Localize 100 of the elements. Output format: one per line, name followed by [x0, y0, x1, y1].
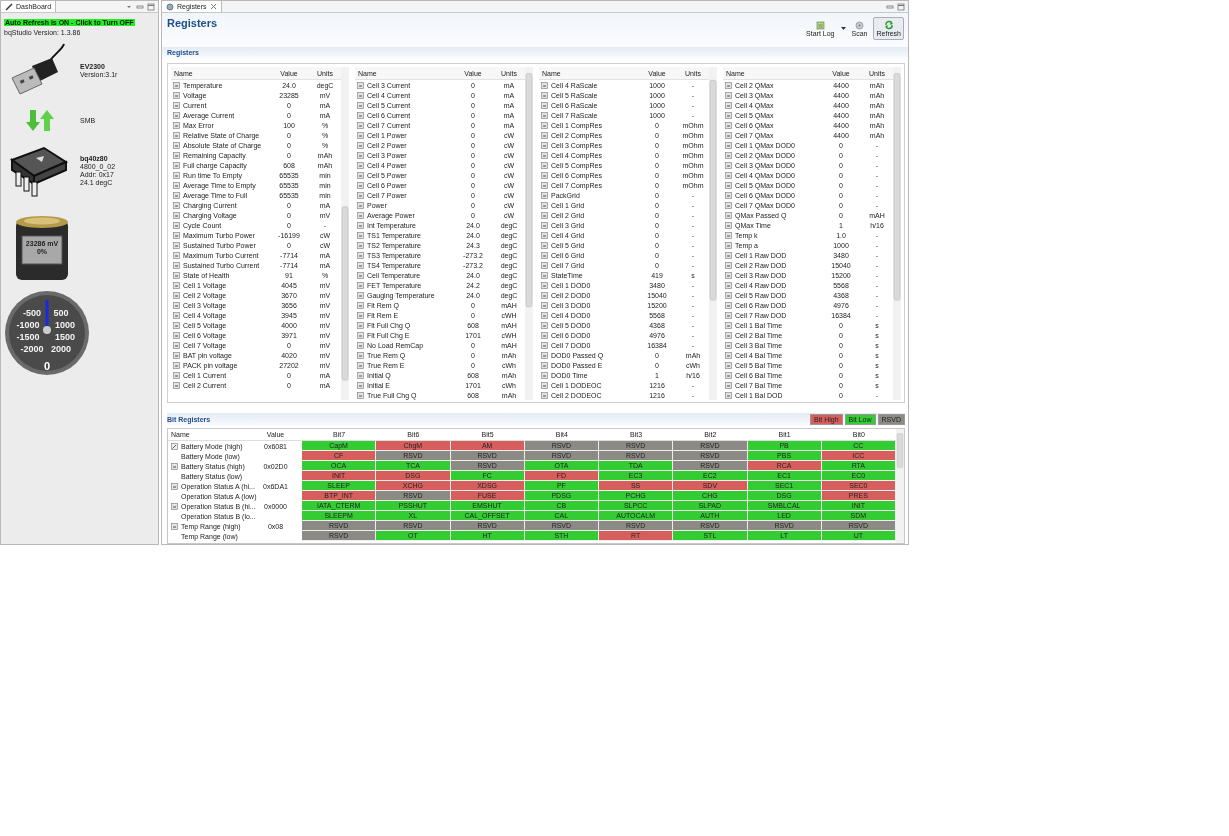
register-icon[interactable] — [725, 121, 732, 129]
register-icon[interactable] — [541, 321, 548, 329]
register-icon[interactable] — [357, 221, 364, 229]
register-icon[interactable] — [541, 111, 548, 119]
register-icon[interactable] — [357, 361, 364, 369]
register-icon[interactable] — [357, 81, 364, 89]
register-icon[interactable] — [357, 111, 364, 119]
register-icon[interactable] — [725, 141, 732, 149]
register-icon[interactable] — [725, 211, 732, 219]
register-icon[interactable] — [541, 81, 548, 89]
scrollbar[interactable] — [896, 429, 904, 543]
register-icon[interactable] — [171, 522, 178, 530]
scrollbar[interactable] — [893, 67, 901, 400]
register-icon[interactable] — [357, 241, 364, 249]
register-icon[interactable] — [357, 191, 364, 199]
register-icon[interactable] — [725, 231, 732, 239]
register-icon[interactable] — [171, 462, 178, 470]
register-icon[interactable] — [173, 381, 180, 389]
register-icon[interactable] — [357, 141, 364, 149]
register-icon[interactable] — [725, 111, 732, 119]
register-icon[interactable] — [725, 221, 732, 229]
register-icon[interactable] — [173, 161, 180, 169]
register-icon[interactable] — [725, 381, 732, 389]
register-icon[interactable] — [173, 261, 180, 269]
scrollbar[interactable] — [709, 67, 717, 400]
register-icon[interactable] — [541, 231, 548, 239]
register-icon[interactable] — [725, 331, 732, 339]
register-icon[interactable] — [541, 391, 548, 399]
register-icon[interactable] — [173, 211, 180, 219]
register-icon[interactable] — [725, 361, 732, 369]
maximize-icon[interactable] — [897, 2, 905, 11]
register-icon[interactable] — [725, 281, 732, 289]
register-icon[interactable] — [541, 311, 548, 319]
register-icon[interactable] — [357, 121, 364, 129]
register-icon[interactable] — [173, 361, 180, 369]
register-icon[interactable] — [725, 241, 732, 249]
register-icon[interactable] — [173, 91, 180, 99]
register-icon[interactable] — [357, 371, 364, 379]
register-icon[interactable] — [725, 151, 732, 159]
register-icon[interactable] — [173, 101, 180, 109]
register-icon[interactable] — [541, 221, 548, 229]
register-icon[interactable] — [357, 301, 364, 309]
scrollbar[interactable] — [525, 67, 533, 400]
register-icon[interactable] — [173, 281, 180, 289]
register-icon[interactable] — [541, 251, 548, 259]
minimize-icon[interactable] — [136, 2, 144, 11]
register-icon[interactable] — [541, 291, 548, 299]
register-icon[interactable] — [357, 331, 364, 339]
register-icon[interactable] — [725, 391, 732, 399]
register-icon[interactable] — [173, 151, 180, 159]
minimize-icon[interactable] — [886, 2, 894, 11]
register-icon[interactable] — [725, 321, 732, 329]
register-icon[interactable] — [541, 151, 548, 159]
register-icon[interactable] — [725, 91, 732, 99]
register-icon[interactable] — [173, 371, 180, 379]
register-icon[interactable] — [541, 101, 548, 109]
register-icon[interactable] — [357, 231, 364, 239]
register-icon[interactable] — [725, 251, 732, 259]
register-icon[interactable] — [541, 211, 548, 219]
register-icon[interactable] — [541, 331, 548, 339]
register-icon[interactable] — [173, 241, 180, 249]
register-icon[interactable] — [173, 351, 180, 359]
register-icon[interactable] — [173, 141, 180, 149]
register-icon[interactable] — [725, 301, 732, 309]
register-icon[interactable] — [173, 121, 180, 129]
register-icon[interactable] — [357, 341, 364, 349]
register-icon[interactable] — [541, 121, 548, 129]
register-icon[interactable] — [173, 301, 180, 309]
register-icon[interactable] — [173, 321, 180, 329]
register-icon[interactable] — [541, 381, 548, 389]
register-icon[interactable] — [173, 221, 180, 229]
maximize-icon[interactable] — [147, 2, 155, 11]
register-icon[interactable] — [541, 141, 548, 149]
register-icon[interactable] — [725, 131, 732, 139]
register-icon[interactable] — [173, 341, 180, 349]
register-icon[interactable] — [725, 371, 732, 379]
register-icon[interactable] — [357, 91, 364, 99]
register-icon[interactable] — [541, 161, 548, 169]
register-icon[interactable] — [173, 291, 180, 299]
register-icon[interactable] — [171, 502, 178, 510]
register-icon[interactable] — [725, 351, 732, 359]
register-icon[interactable] — [173, 331, 180, 339]
register-icon[interactable] — [541, 241, 548, 249]
register-icon[interactable] — [357, 181, 364, 189]
register-icon[interactable] — [541, 191, 548, 199]
pencil-icon[interactable] — [171, 442, 178, 450]
register-icon[interactable] — [541, 341, 548, 349]
register-icon[interactable] — [541, 361, 548, 369]
register-icon[interactable] — [541, 201, 548, 209]
register-icon[interactable] — [357, 321, 364, 329]
scrollbar[interactable] — [341, 67, 349, 400]
register-icon[interactable] — [173, 311, 180, 319]
register-icon[interactable] — [173, 131, 180, 139]
register-icon[interactable] — [357, 251, 364, 259]
register-icon[interactable] — [357, 131, 364, 139]
caret-icon[interactable] — [840, 26, 846, 31]
register-icon[interactable] — [357, 211, 364, 219]
register-icon[interactable] — [541, 171, 548, 179]
register-icon[interactable] — [541, 131, 548, 139]
register-icon[interactable] — [725, 181, 732, 189]
